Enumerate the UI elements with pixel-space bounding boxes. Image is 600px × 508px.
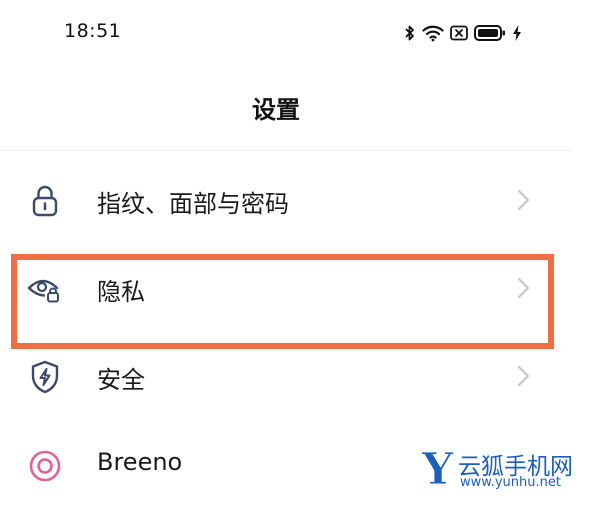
chevron-right-icon: [514, 364, 534, 388]
sim-off-icon: [450, 25, 468, 41]
battery-icon: [474, 24, 506, 42]
page-title: 设置: [252, 96, 300, 124]
breeno-icon: [26, 446, 64, 484]
lock-icon: [26, 182, 64, 220]
item-label: Breeno: [97, 448, 183, 476]
privacy-eye-icon: [26, 270, 64, 308]
chevron-right-icon: [514, 188, 534, 212]
status-icons: [404, 20, 522, 46]
charging-icon: [512, 24, 522, 42]
settings-item-fingerprint-face-password[interactable]: 指纹、面部与密码: [0, 156, 572, 244]
item-label: 隐私: [97, 278, 145, 306]
status-bar: 18:51: [0, 0, 600, 66]
settings-item-security[interactable]: 安全: [0, 332, 572, 420]
item-label: 安全: [97, 366, 145, 394]
title-divider: [0, 150, 572, 151]
wifi-icon: [422, 24, 444, 42]
status-time: 18:51: [64, 20, 122, 42]
item-label: 指纹、面部与密码: [97, 190, 289, 218]
shield-icon: [26, 358, 64, 396]
settings-item-privacy[interactable]: 隐私: [0, 244, 572, 332]
settings-item-breeno[interactable]: Breeno: [0, 420, 572, 508]
bluetooth-icon: [404, 24, 416, 42]
chevron-right-icon: [514, 276, 534, 300]
